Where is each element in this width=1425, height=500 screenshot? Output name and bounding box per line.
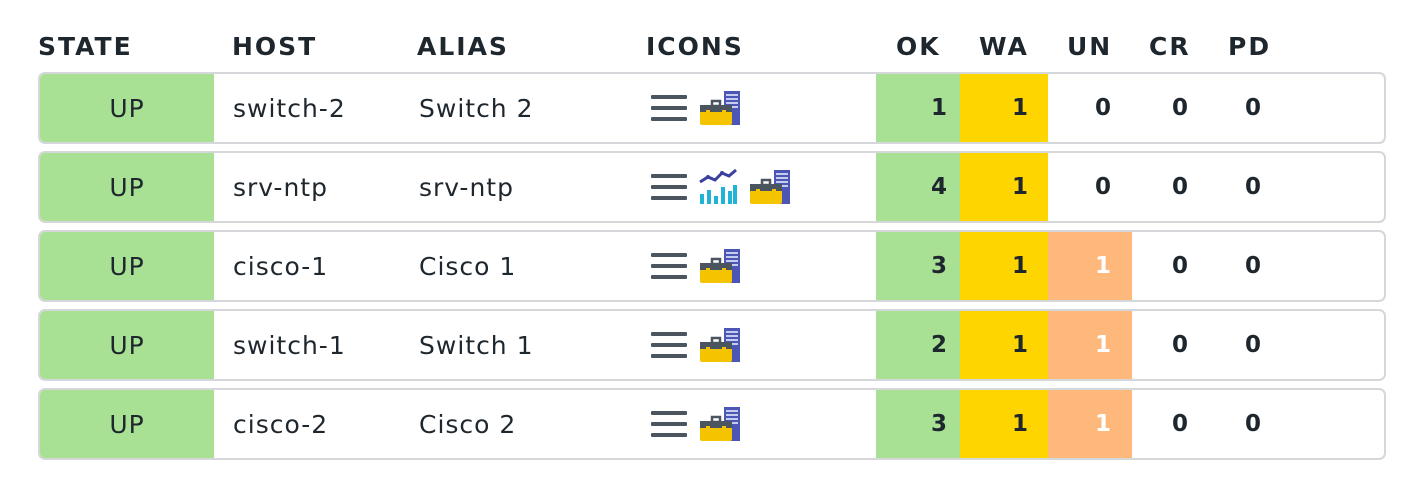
critical-count[interactable]: 0: [1132, 153, 1197, 221]
column-header-cr[interactable]: CR: [1149, 32, 1191, 61]
table-row: UP cisco-1 Cisco 1 3 1 1 0 0: [38, 230, 1386, 302]
host-state-cell: UP: [40, 311, 214, 379]
host-state-cell: UP: [40, 74, 214, 142]
warn-count[interactable]: 1: [960, 74, 1048, 142]
table-row: UP cisco-2 Cisco 2 3 1 1 0 0: [38, 388, 1386, 460]
column-header-alias[interactable]: ALIAS: [417, 32, 509, 61]
table-row: UP switch-2 Switch 2 1 1 0 0 0: [38, 72, 1386, 144]
column-header-wa[interactable]: WA: [979, 32, 1029, 61]
host-alias: Switch 1: [419, 330, 534, 360]
column-header-pd[interactable]: PD: [1228, 32, 1271, 61]
ok-count[interactable]: 3: [876, 390, 960, 458]
table-row: UP srv-ntp srv-ntp 4 1 0 0 0: [38, 151, 1386, 223]
host-state-cell: UP: [40, 232, 214, 300]
host-name-link[interactable]: switch-2: [233, 74, 346, 142]
performance-graph-icon[interactable]: [698, 168, 738, 206]
host-alias: Cisco 1: [419, 251, 517, 281]
ok-count[interactable]: 2: [876, 311, 960, 379]
warn-count[interactable]: 1: [960, 153, 1048, 221]
column-header-un[interactable]: UN: [1067, 32, 1112, 61]
host-toolbox-icon[interactable]: [748, 168, 792, 206]
ok-count[interactable]: 1: [876, 74, 960, 142]
unknown-count[interactable]: 0: [1048, 153, 1132, 221]
warn-count[interactable]: 1: [960, 390, 1048, 458]
host-name-link[interactable]: switch-1: [233, 311, 346, 379]
host-alias: Cisco 2: [419, 409, 517, 439]
pending-count[interactable]: 0: [1197, 153, 1278, 221]
column-header-state[interactable]: STATE: [38, 32, 133, 61]
unknown-count[interactable]: 1: [1048, 311, 1132, 379]
pending-count[interactable]: 0: [1197, 390, 1278, 458]
host-state-cell: UP: [40, 153, 214, 221]
column-header-ok[interactable]: OK: [896, 32, 941, 61]
host-icons: [650, 153, 802, 221]
host-icons: [650, 74, 752, 142]
column-header-icons: ICONS: [646, 32, 744, 61]
ok-count[interactable]: 3: [876, 232, 960, 300]
column-header-host[interactable]: HOST: [232, 32, 317, 61]
host-toolbox-icon[interactable]: [698, 247, 742, 285]
unknown-count[interactable]: 1: [1048, 390, 1132, 458]
warn-count[interactable]: 1: [960, 232, 1048, 300]
unknown-count[interactable]: 1: [1048, 232, 1132, 300]
unknown-count[interactable]: 0: [1048, 74, 1132, 142]
host-name-link[interactable]: srv-ntp: [233, 153, 328, 221]
host-alias: srv-ntp: [419, 172, 514, 202]
host-alias: Switch 2: [419, 93, 534, 123]
pending-count[interactable]: 0: [1197, 232, 1278, 300]
host-toolbox-icon[interactable]: [698, 405, 742, 443]
menu-icon[interactable]: [650, 329, 688, 361]
host-icons: [650, 232, 752, 300]
host-icons: [650, 390, 752, 458]
host-toolbox-icon[interactable]: [698, 326, 742, 364]
host-icons: [650, 311, 752, 379]
table-row: UP switch-1 Switch 1 2 1 1 0 0: [38, 309, 1386, 381]
critical-count[interactable]: 0: [1132, 74, 1197, 142]
menu-icon[interactable]: [650, 92, 688, 124]
pending-count[interactable]: 0: [1197, 311, 1278, 379]
menu-icon[interactable]: [650, 171, 688, 203]
pending-count[interactable]: 0: [1197, 74, 1278, 142]
host-name-link[interactable]: cisco-2: [233, 390, 328, 458]
host-toolbox-icon[interactable]: [698, 89, 742, 127]
critical-count[interactable]: 0: [1132, 311, 1197, 379]
host-name-link[interactable]: cisco-1: [233, 232, 328, 300]
critical-count[interactable]: 0: [1132, 232, 1197, 300]
critical-count[interactable]: 0: [1132, 390, 1197, 458]
ok-count[interactable]: 4: [876, 153, 960, 221]
warn-count[interactable]: 1: [960, 311, 1048, 379]
menu-icon[interactable]: [650, 250, 688, 282]
host-state-cell: UP: [40, 390, 214, 458]
menu-icon[interactable]: [650, 408, 688, 440]
